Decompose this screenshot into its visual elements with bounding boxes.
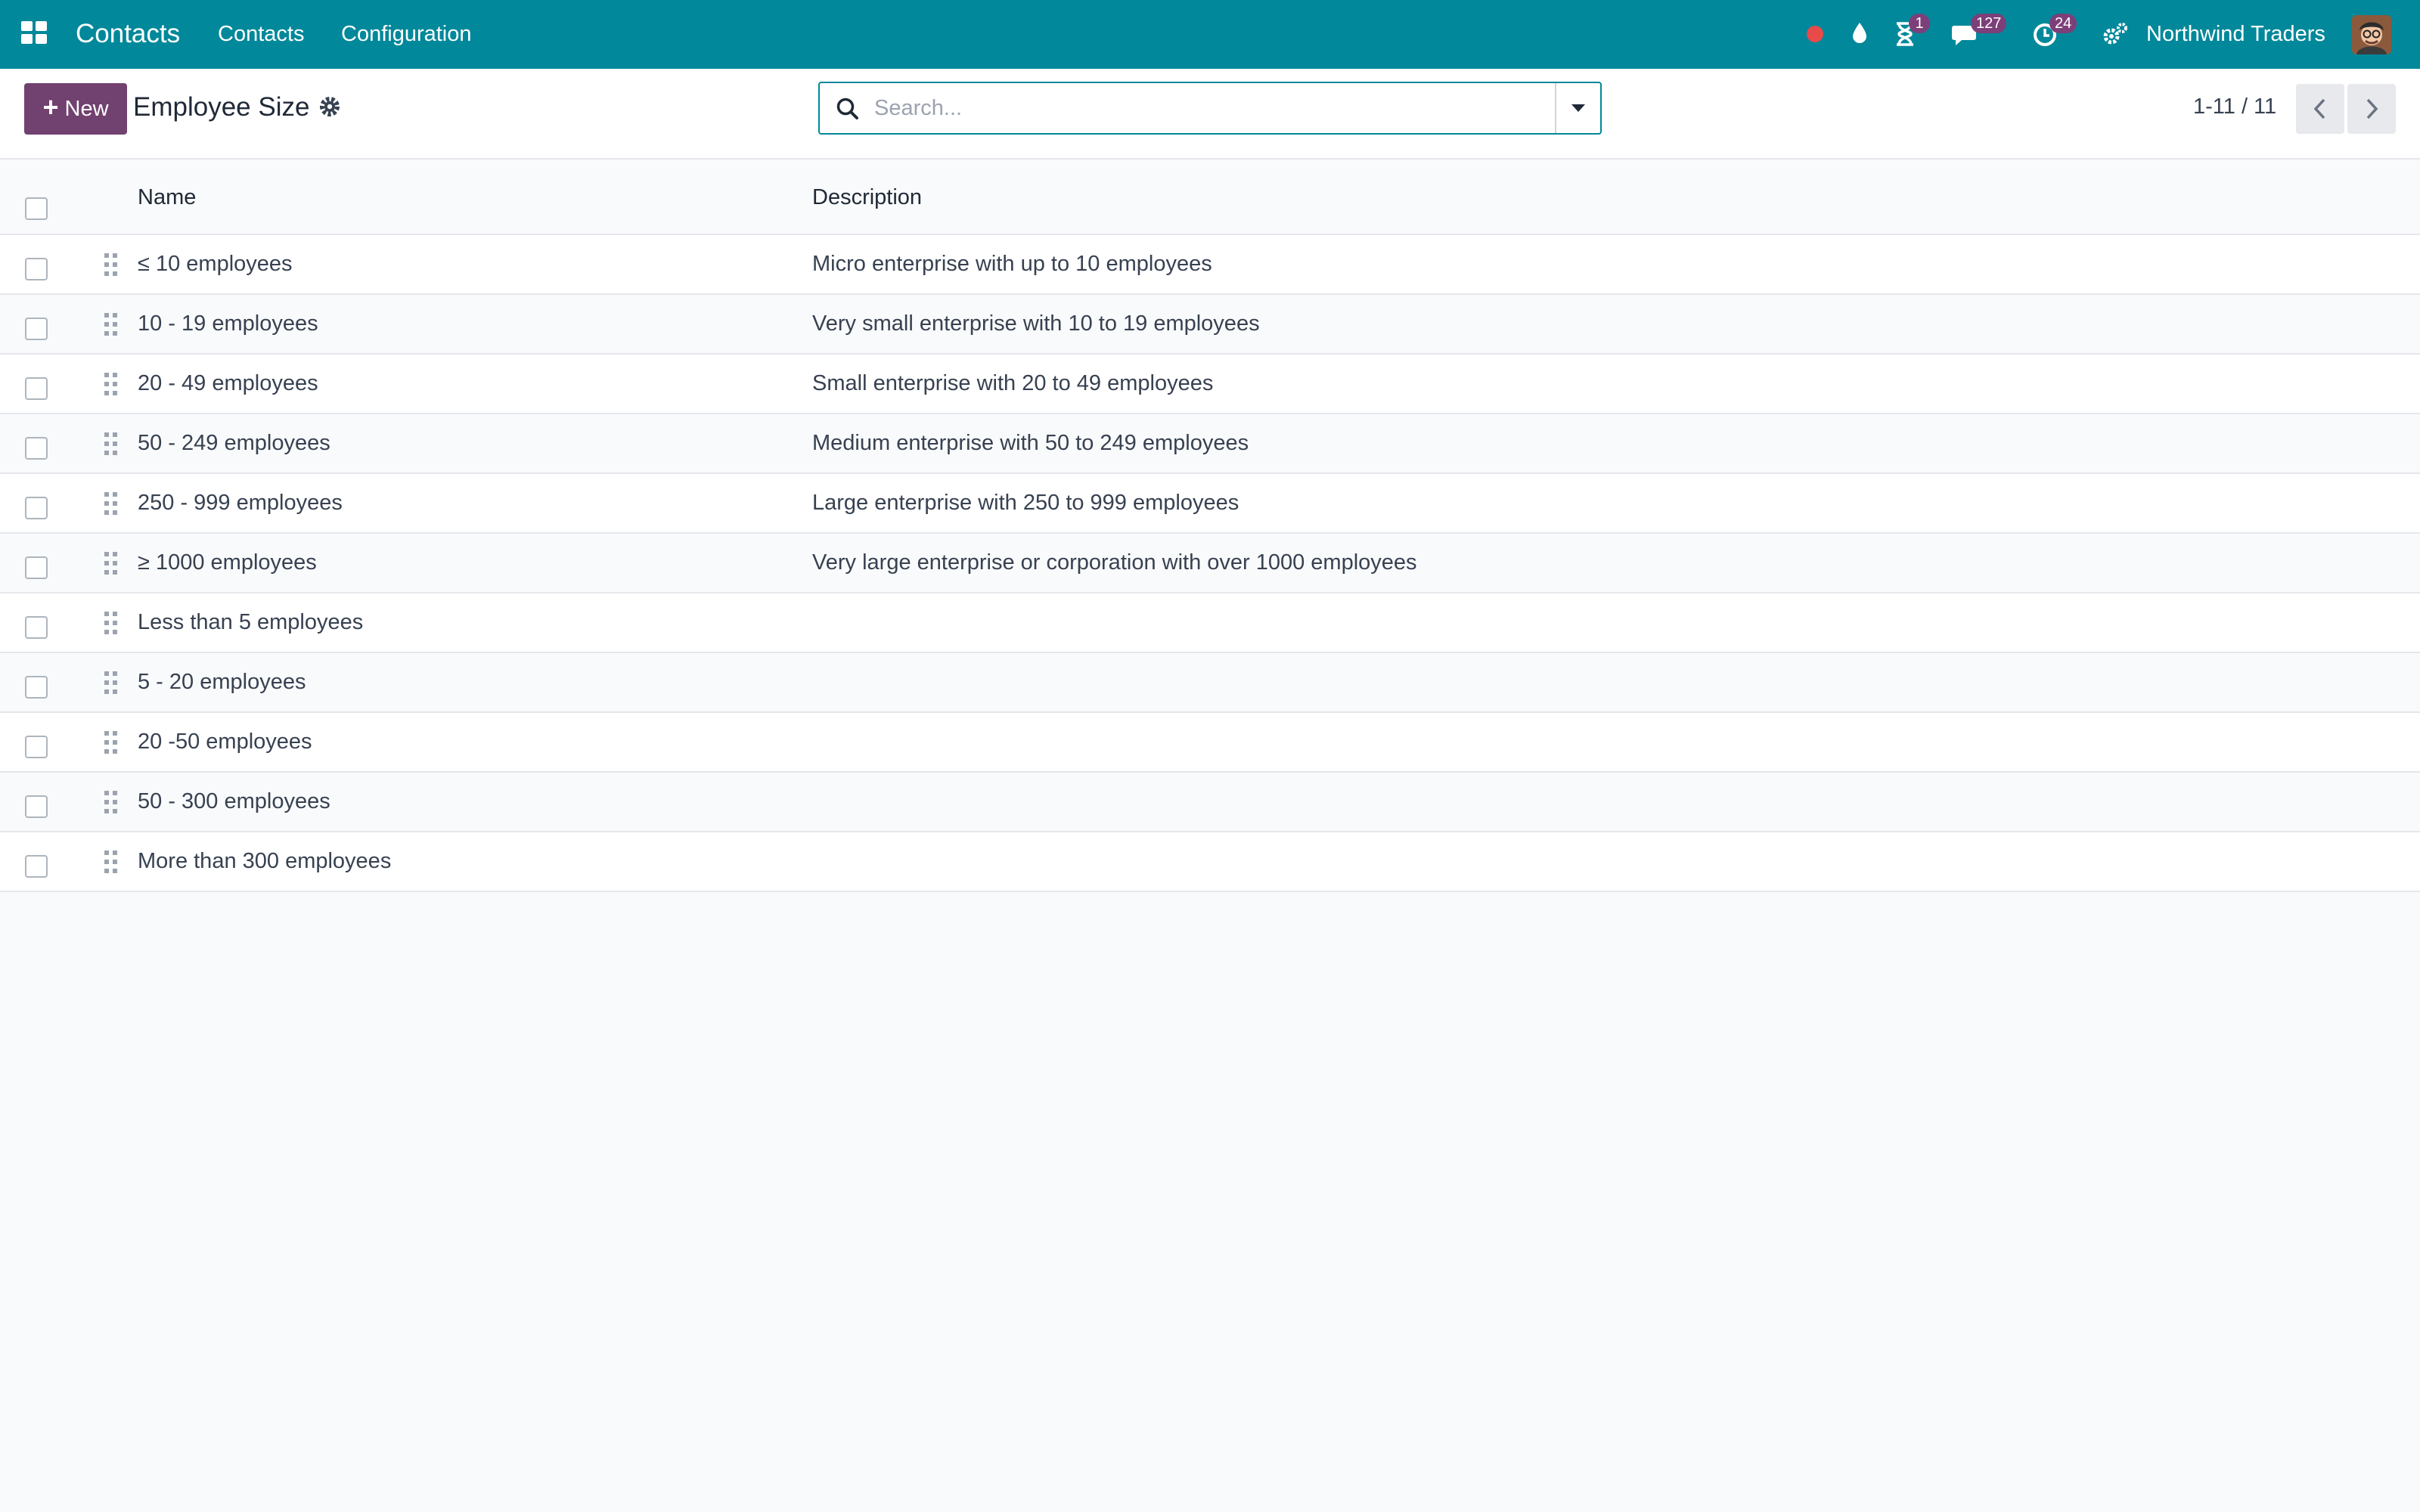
row-checkbox[interactable]	[25, 795, 48, 818]
timer-badge: 24	[2049, 14, 2077, 33]
row-checkbox[interactable]	[25, 497, 48, 519]
app-brand[interactable]: Contacts	[76, 17, 180, 51]
chevron-left-icon	[2313, 98, 2325, 119]
drag-handle-icon[interactable]	[103, 730, 119, 755]
table-row[interactable]: 20 -50 employees	[0, 713, 2420, 773]
table-row[interactable]: 10 - 19 employees Very small enterprise …	[0, 295, 2420, 355]
drag-handle-icon[interactable]	[103, 311, 119, 337]
column-header-name[interactable]: Name	[138, 185, 196, 210]
new-button[interactable]: + New	[24, 83, 127, 135]
control-panel: + New Employee Size 1-11 / 11	[0, 69, 2420, 160]
gear-icon[interactable]	[318, 94, 342, 119]
list-header: Name Description	[0, 160, 2420, 235]
activities-hourglass-icon[interactable]: 1	[1892, 14, 1930, 48]
pager-next-button[interactable]	[2347, 84, 2396, 134]
table-row[interactable]: 50 - 300 employees	[0, 773, 2420, 832]
row-name: 50 - 300 employees	[138, 789, 330, 813]
settings-gears-icon[interactable]	[2101, 18, 2131, 48]
search-input[interactable]	[874, 91, 1525, 125]
drag-handle-icon[interactable]	[103, 610, 119, 636]
search-options-toggle[interactable]	[1555, 83, 1600, 133]
row-description: Very large enterprise or corporation wit…	[812, 550, 1417, 575]
caret-down-icon	[1571, 104, 1585, 112]
drag-handle-icon[interactable]	[103, 789, 119, 815]
row-name: 20 - 49 employees	[138, 371, 318, 395]
row-checkbox[interactable]	[25, 616, 48, 639]
page-title: Employee Size	[133, 92, 310, 122]
column-header-description[interactable]: Description	[812, 185, 922, 210]
row-name: 50 - 249 employees	[138, 431, 330, 455]
row-checkbox[interactable]	[25, 676, 48, 699]
company-switcher[interactable]: Northwind Traders	[2146, 20, 2325, 48]
row-name: Less than 5 employees	[138, 610, 364, 634]
row-description: Micro enterprise with up to 10 employees	[812, 252, 1212, 276]
drag-handle-icon[interactable]	[103, 550, 119, 576]
row-name: 5 - 20 employees	[138, 670, 306, 694]
menu-configuration[interactable]: Configuration	[341, 20, 472, 48]
row-checkbox[interactable]	[25, 377, 48, 400]
row-description: Very small enterprise with 10 to 19 empl…	[812, 311, 1260, 336]
row-checkbox[interactable]	[25, 437, 48, 460]
user-avatar[interactable]	[2352, 15, 2391, 54]
table-row[interactable]: 5 - 20 employees	[0, 653, 2420, 713]
drag-handle-icon[interactable]	[103, 670, 119, 696]
table-row[interactable]: 250 - 999 employees Large enterprise wit…	[0, 474, 2420, 534]
pager-value[interactable]: 1-11 / 11	[2193, 91, 2276, 122]
plus-icon: +	[42, 91, 59, 122]
top-navbar: Contacts Contacts Configuration 1 127 24…	[0, 0, 2420, 69]
drag-handle-icon[interactable]	[103, 371, 119, 397]
row-name: 10 - 19 employees	[138, 311, 318, 336]
table-row[interactable]: Less than 5 employees	[0, 593, 2420, 653]
messages-chat-icon[interactable]: 127	[1951, 14, 2007, 48]
row-checkbox[interactable]	[25, 556, 48, 579]
activities-badge: 1	[1909, 14, 1930, 33]
drag-handle-icon[interactable]	[103, 491, 119, 516]
table-row[interactable]: 20 - 49 employees Small enterprise with …	[0, 355, 2420, 414]
row-checkbox[interactable]	[25, 318, 48, 340]
messages-badge: 127	[1971, 14, 2007, 33]
row-name: More than 300 employees	[138, 849, 392, 873]
search-icon	[835, 96, 861, 122]
recording-icon[interactable]	[1803, 18, 1833, 48]
search-bar	[818, 82, 1602, 135]
drop-icon[interactable]	[1847, 18, 1877, 48]
row-name: 250 - 999 employees	[138, 491, 343, 515]
drag-handle-icon[interactable]	[103, 252, 119, 277]
row-description: Medium enterprise with 50 to 249 employe…	[812, 431, 1249, 455]
menu-contacts[interactable]: Contacts	[218, 20, 304, 48]
row-name: ≥ 1000 employees	[138, 550, 317, 575]
row-name: 20 -50 employees	[138, 730, 312, 754]
pager-previous-button[interactable]	[2296, 84, 2344, 134]
table-row[interactable]: ≥ 1000 employees Very large enterprise o…	[0, 534, 2420, 593]
row-description: Small enterprise with 20 to 49 employees	[812, 371, 1214, 395]
drag-handle-icon[interactable]	[103, 431, 119, 457]
table-row[interactable]: More than 300 employees	[0, 832, 2420, 892]
row-name: ≤ 10 employees	[138, 252, 293, 276]
select-all-checkbox[interactable]	[25, 197, 48, 220]
drag-handle-icon[interactable]	[103, 849, 119, 875]
new-button-label: New	[64, 96, 109, 121]
apps-grid-icon[interactable]	[21, 21, 48, 45]
table-row[interactable]: ≤ 10 employees Micro enterprise with up …	[0, 235, 2420, 295]
row-checkbox[interactable]	[25, 258, 48, 280]
row-checkbox[interactable]	[25, 855, 48, 878]
timer-clock-icon[interactable]: 24	[2031, 14, 2077, 48]
table-row[interactable]: 50 - 249 employees Medium enterprise wit…	[0, 414, 2420, 474]
row-checkbox[interactable]	[25, 736, 48, 758]
row-description: Large enterprise with 250 to 999 employe…	[812, 491, 1239, 515]
list-view: Name Description ≤ 10 employees Micro en…	[0, 160, 2420, 892]
chevron-right-icon	[2366, 98, 2378, 119]
